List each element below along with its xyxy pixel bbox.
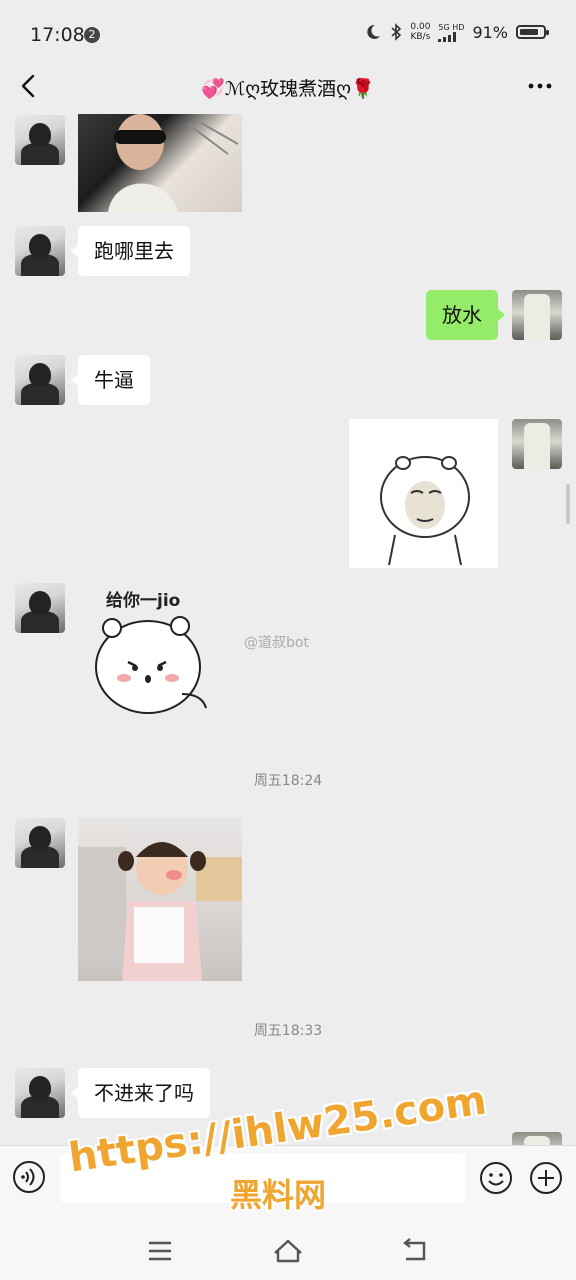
timestamp: 周五18:33 — [253, 1023, 323, 1039]
message-input[interactable] — [60, 1153, 466, 1203]
network-type: 5G HD — [438, 22, 465, 32]
chat-header: 💞ℳღ玫瑰煮酒ღ🌹 — [0, 62, 576, 110]
system-nav-bar — [0, 1225, 576, 1280]
sticker-message[interactable] — [349, 419, 498, 568]
sticker-message[interactable]: 给你一jio — [88, 582, 218, 737]
message-row — [0, 110, 576, 212]
status-icons: 0.00 KB/s 5G HD 91% — [364, 22, 549, 42]
signal-icon — [438, 31, 457, 42]
input-bar — [0, 1145, 576, 1226]
net-speed-unit: KB/s — [410, 32, 431, 42]
message-bubble[interactable]: 不进来了吗 — [71, 1068, 210, 1118]
notification-badge: 2 — [84, 27, 100, 43]
photo-content — [78, 842, 242, 981]
contact-avatar[interactable] — [15, 818, 65, 868]
message-row — [0, 419, 576, 569]
voice-icon[interactable] — [12, 1160, 46, 1194]
plus-icon[interactable] — [528, 1160, 564, 1196]
message-bubble[interactable]: 跑哪里去 — [71, 226, 190, 276]
contact-avatar[interactable] — [15, 583, 65, 633]
message-row: 牛逼 — [0, 355, 576, 407]
battery-icon — [516, 25, 549, 39]
message-row: 跑哪里去 — [0, 226, 576, 278]
message-list[interactable]: 跑哪里去 放水 牛逼 给你一jio @道叔bot 周五18:24 周五18:33… — [0, 110, 576, 1145]
menu-icon[interactable] — [140, 1231, 180, 1271]
scrollbar[interactable] — [566, 484, 570, 524]
return-icon[interactable] — [396, 1231, 436, 1271]
message-row: 放水 — [0, 290, 576, 342]
net-speed: 0.00 KB/s — [410, 22, 430, 42]
self-avatar[interactable] — [512, 1132, 562, 1145]
chat-title: 💞ℳღ玫瑰煮酒ღ🌹 — [201, 78, 375, 100]
message-bubble[interactable]: 放水 — [426, 290, 505, 340]
contact-avatar[interactable] — [15, 226, 65, 276]
message-bubble[interactable]: 牛逼 — [71, 355, 150, 405]
message-row — [0, 817, 576, 982]
bluetooth-icon — [391, 23, 402, 41]
self-avatar[interactable] — [512, 419, 562, 469]
status-bar: 17:08 2 0.00 KB/s 5G HD 91% — [0, 0, 576, 62]
signal: 5G HD — [438, 23, 464, 42]
contact-avatar[interactable] — [15, 355, 65, 405]
timestamp: 周五18:24 — [253, 773, 323, 789]
moon-icon — [367, 24, 381, 39]
smile-icon[interactable] — [478, 1160, 514, 1196]
weibo-watermark: @道叔bot — [244, 635, 309, 651]
net-speed-value: 0.00 — [410, 22, 431, 32]
photo-message[interactable] — [78, 817, 242, 981]
message-row: 不进来了吗 — [0, 1068, 576, 1120]
battery-percent: 91% — [472, 22, 508, 42]
message-row: 给你一jio — [0, 582, 576, 737]
sticker-caption: 给你一jio — [106, 591, 181, 611]
photo-content — [108, 114, 239, 212]
more-dots-icon[interactable] — [526, 72, 554, 100]
status-time: 17:08 — [30, 24, 85, 46]
contact-avatar[interactable] — [15, 115, 65, 165]
contact-avatar[interactable] — [15, 1068, 65, 1118]
home-icon[interactable] — [268, 1231, 308, 1271]
photo-message[interactable] — [78, 114, 242, 212]
sticker-face — [380, 456, 470, 566]
self-avatar[interactable] — [512, 290, 562, 340]
